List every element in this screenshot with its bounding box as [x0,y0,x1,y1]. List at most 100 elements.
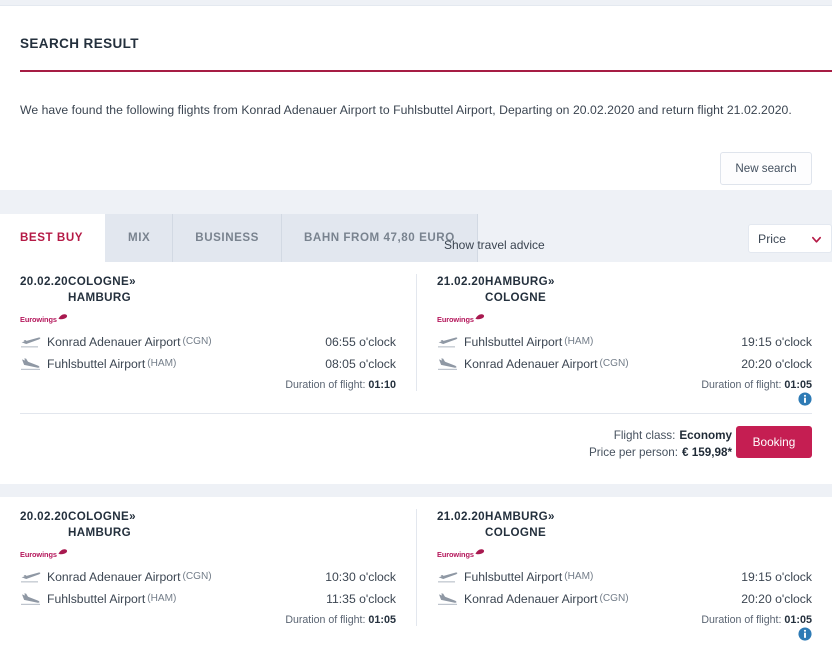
info-icon[interactable] [798,392,812,406]
flight-class-label: Flight class: [613,429,676,442]
duration-label: Duration of flight: [285,379,366,391]
departure-segment: Fuhlsbuttel Airport (HAM) 19:15 o'clock [437,333,812,350]
departure-time: 10:30 o'clock [325,569,396,584]
flight-duration: Duration of flight: 01:05 [437,379,812,391]
airline-logo: Eurowings [437,549,812,563]
info-icon[interactable] [798,627,812,641]
price-summary: Flight class: Economy Price per person: € 1… [589,427,732,461]
leg-route: COLOGNE» HAMBURG [68,509,136,541]
airline-logo: Eurowings [20,314,396,328]
flight-class-value: Economy [679,429,732,442]
leg-route: COLOGNE» HAMBURG [68,274,136,306]
duration-label: Duration of flight: [285,614,366,626]
show-travel-advice-link[interactable]: Show travel advice [444,238,545,252]
leg-destination-city: COLOGNE [485,291,547,304]
landing-plane-icon [438,357,457,370]
leg-origin-city: HAMBURG [485,275,548,288]
duration-label: Duration of flight: [701,614,782,626]
title-underline [20,70,832,72]
arrival-time: 08:05 o'clock [325,356,396,371]
eurowings-swoosh-icon [475,549,484,555]
info-row [0,626,832,648]
leg-date: 20.02.20 [20,510,68,523]
arrival-airport: Fuhlsbuttel Airport [47,591,146,606]
chevron-down-icon [812,236,821,243]
leg-origin-city: HAMBURG [485,510,548,523]
arrival-airport-code: (CGN) [599,358,629,369]
duration-label: Duration of flight: [701,379,782,391]
arrival-airport: Konrad Adenauer Airport [464,591,598,606]
sort-select[interactable]: Price [748,224,832,253]
header-panel: SEARCH RESULT We have found the followin… [0,5,832,190]
flight-leg-inbound: 21.02.20 HAMBURG» COLOGNE Eurowings Fuhlsbut… [416,509,832,626]
departure-time: 19:15 o'clock [741,569,812,584]
eurowings-swoosh-icon [58,314,67,320]
price-per-person-value: € 159,98* [681,446,732,459]
takeoff-plane-icon [438,336,458,347]
airline-name: Eurowings [437,550,474,559]
flight-class-line: Flight class: Economy [589,427,732,444]
takeoff-plane-icon [21,571,41,582]
flight-leg-outbound: 20.02.20 COLOGNE» HAMBURG Eurowings Konrad A… [0,274,416,391]
duration-value: 01:10 [368,379,396,391]
departure-airport-code: (CGN) [182,336,212,347]
takeoff-plane-icon [438,571,458,582]
leg-origin-city: COLOGNE [68,510,130,523]
airline-logo: Eurowings [437,314,812,328]
airline-logo: Eurowings [20,549,396,563]
leg-destination-city: COLOGNE [485,526,547,539]
landing-plane-icon [438,592,457,605]
leg-header: 21.02.20 HAMBURG» COLOGNE [437,509,812,541]
arrival-time: 20:20 o'clock [741,356,812,371]
booking-button[interactable]: Booking [736,426,812,458]
leg-destination-city: HAMBURG [68,291,131,304]
departure-airport: Fuhlsbuttel Airport [464,334,563,349]
sort-select-value: Price [758,231,787,246]
arrival-segment: Fuhlsbuttel Airport (HAM) 11:35 o'clock [20,590,396,607]
leg-destination-city: HAMBURG [68,526,131,539]
duration-value: 01:05 [368,614,396,626]
price-per-person-label: Price per person: [588,446,678,459]
landing-plane-icon [21,357,40,370]
tab-business[interactable]: BUSINESS [173,214,282,262]
price-per-person-line: Price per person: € 159,98* [589,444,732,461]
tab-best-buy[interactable]: BEST BUY [0,214,107,262]
departure-segment: Fuhlsbuttel Airport (HAM) 19:15 o'clock [437,568,812,585]
arrival-time: 20:20 o'clock [741,591,812,606]
arrival-airport-code: (HAM) [147,593,177,604]
leg-date: 21.02.20 [437,275,485,288]
leg-date: 20.02.20 [20,275,68,288]
route-arrow-icon: » [129,275,136,288]
price-row: Flight class: Economy Price per person: € 1… [0,414,832,478]
departure-airport: Fuhlsbuttel Airport [464,569,563,584]
leg-route: HAMBURG» COLOGNE [485,274,555,306]
departure-segment: Konrad Adenauer Airport (CGN) 06:55 o'cloc… [20,333,396,350]
arrival-airport: Konrad Adenauer Airport [464,356,598,371]
page-title: SEARCH RESULT [20,36,139,51]
landing-plane-icon [21,592,40,605]
leg-columns: 20.02.20 COLOGNE» HAMBURG Eurowings Konrad A… [0,497,832,626]
departure-segment: Konrad Adenauer Airport (CGN) 10:30 o'cloc… [20,568,396,585]
departure-time: 19:15 o'clock [741,334,812,349]
flight-leg-inbound: 21.02.20 HAMBURG» COLOGNE Eurowings Fuhlsbut… [416,274,832,391]
arrival-airport: Fuhlsbuttel Airport [47,356,146,371]
leg-header: 20.02.20 COLOGNE» HAMBURG [20,274,396,306]
leg-header: 21.02.20 HAMBURG» COLOGNE [437,274,812,306]
flight-duration: Duration of flight: 01:05 [437,614,812,626]
duration-value: 01:05 [784,614,812,626]
flight-result-card: 20.02.20 COLOGNE» HAMBURG Eurowings Konrad A… [0,497,832,658]
leg-columns: 20.02.20 COLOGNE» HAMBURG Eurowings Konrad A… [0,262,832,391]
arrival-airport-code: (HAM) [147,358,177,369]
search-summary-text: We have found the following flights from… [20,103,792,117]
departure-airport-code: (HAM) [564,571,594,582]
departure-airport: Konrad Adenauer Airport [47,569,181,584]
new-search-button[interactable]: New search [720,152,812,185]
arrival-airport-code: (CGN) [599,593,629,604]
route-arrow-icon: » [548,275,555,288]
arrival-segment: Fuhlsbuttel Airport (HAM) 08:05 o'clock [20,355,396,372]
route-arrow-icon: » [548,510,555,523]
flight-duration: Duration of flight: 01:10 [20,379,396,391]
eurowings-swoosh-icon [58,549,67,555]
tab-mix[interactable]: MIX [106,214,174,262]
flight-leg-outbound: 20.02.20 COLOGNE» HAMBURG Eurowings Konrad A… [0,509,416,626]
